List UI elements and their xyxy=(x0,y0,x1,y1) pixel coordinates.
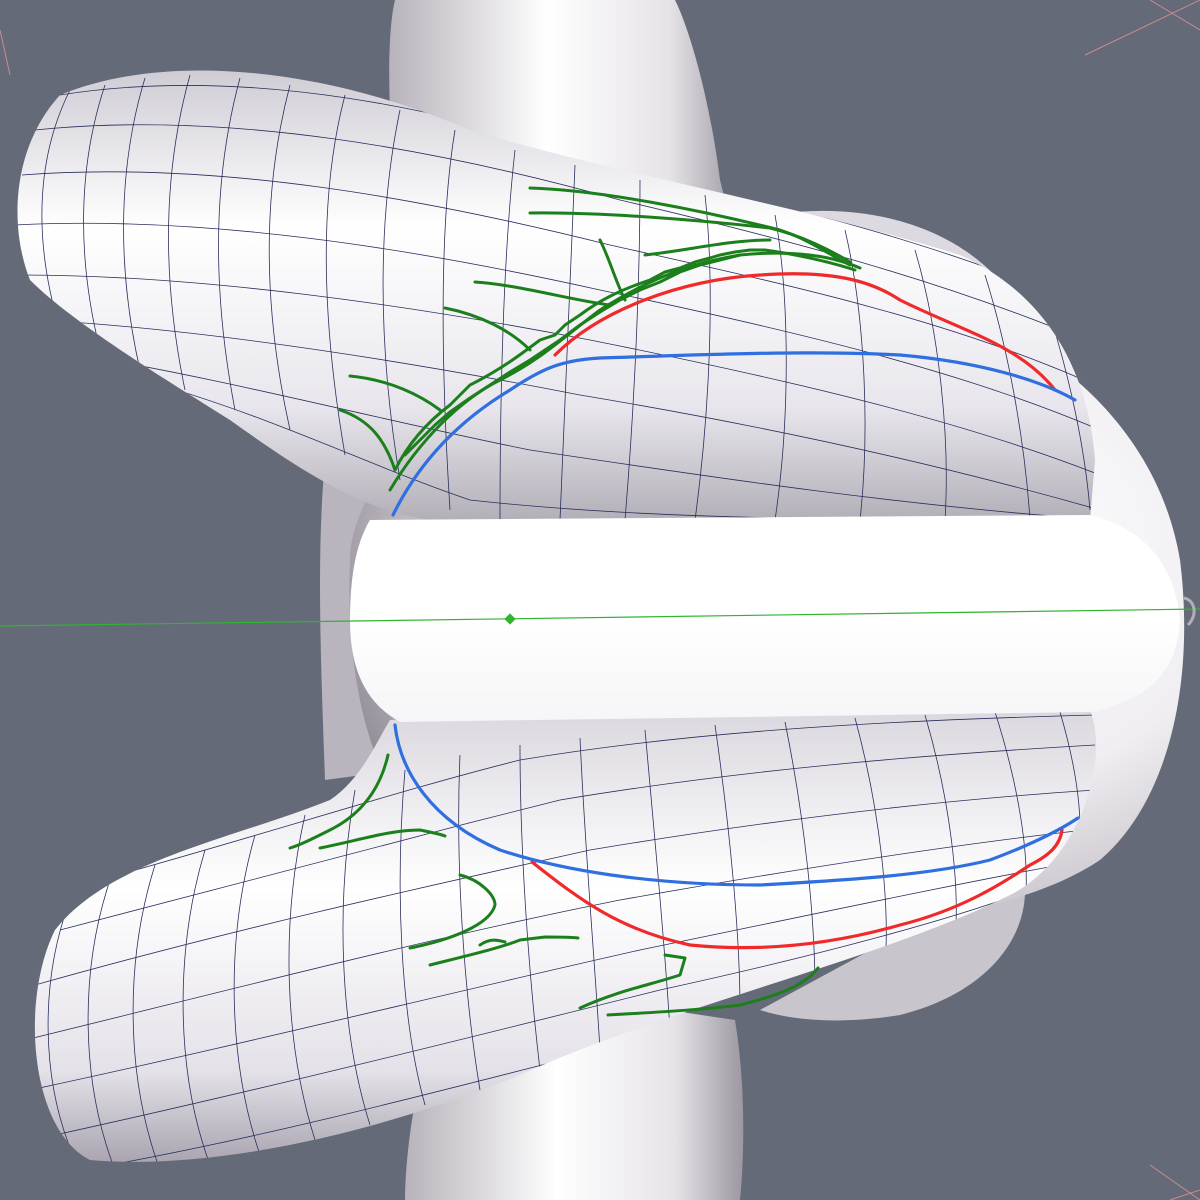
scene-svg[interactable] xyxy=(0,0,1200,1200)
3d-viewport[interactable] xyxy=(0,0,1200,1200)
sphere-equator-band xyxy=(350,515,1180,722)
